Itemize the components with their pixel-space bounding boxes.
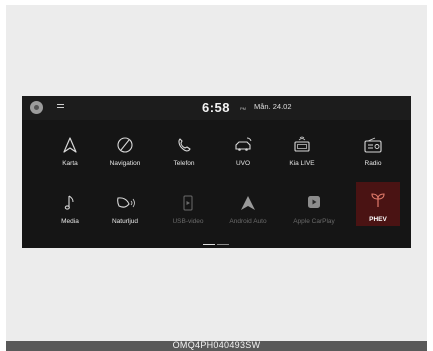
app-label: Media (61, 218, 79, 225)
app-label: Kia LIVE (289, 160, 315, 167)
app-tile-radio[interactable]: Radio (353, 128, 393, 172)
music-note-icon (64, 195, 74, 210)
app-label: Karta (62, 160, 78, 167)
nature-sound-icon (117, 197, 135, 208)
clock-time: 6:58 (202, 100, 231, 115)
app-label: Navigation (109, 160, 141, 167)
app-tile-android-auto[interactable]: Android Auto (221, 186, 275, 230)
app-tile-phev[interactable]: PHEV (356, 182, 400, 226)
app-tile-apple-carplay[interactable]: Apple CarPlay (287, 186, 341, 230)
app-tile-kia-live[interactable]: Kia LIVE (275, 128, 329, 172)
app-label: UVO (235, 160, 251, 167)
android-auto-icon (241, 196, 255, 210)
app-tile-telefon[interactable]: Telefon (157, 128, 211, 172)
phone-icon (178, 138, 191, 152)
app-tile-usb-video[interactable]: USB-video (161, 186, 215, 230)
app-grid: Karta Navigation Telefon UVO Kia LIVE Ra… (22, 120, 411, 244)
figure-caption-bar: OMQ4PH040493SW (6, 340, 427, 351)
app-tile-uvo[interactable]: UVO (216, 128, 270, 172)
status-date: Mån. 24.02 (254, 102, 292, 111)
app-tile-naturljud[interactable]: Naturljud (98, 186, 152, 230)
radio-icon (364, 137, 382, 153)
usb-video-icon (183, 195, 193, 211)
app-label: PHEV (369, 216, 387, 223)
live-service-icon (294, 136, 310, 152)
figure-code: OMQ4PH040493SW (172, 340, 261, 350)
app-label: Apple CarPlay (293, 218, 335, 225)
menu-icon[interactable] (57, 104, 64, 111)
status-bar: 6:58 PM Mån. 24.02 (22, 96, 411, 120)
app-label: Naturljud (111, 218, 138, 225)
page-indicator[interactable] (203, 243, 230, 246)
carplay-icon (308, 196, 320, 208)
page-indicator-active (203, 244, 215, 245)
app-tile-navigation[interactable]: Navigation (98, 128, 152, 172)
plant-icon (371, 193, 385, 207)
connected-car-icon (235, 137, 252, 151)
compass-icon (117, 137, 133, 153)
brand-logo-icon[interactable] (30, 101, 43, 114)
clock-ampm: PM (240, 106, 246, 111)
app-label: USB-video (172, 218, 204, 225)
navigation-arrow-icon (63, 137, 77, 153)
app-label: Radio (364, 160, 382, 167)
app-label: Android Auto (229, 218, 267, 225)
app-label: Telefon (173, 160, 195, 167)
app-tile-karta[interactable]: Karta (43, 128, 97, 172)
page-indicator-inactive (217, 244, 229, 245)
infotainment-screen: 6:58 PM Mån. 24.02 Karta Navigation Tele… (22, 96, 411, 248)
app-tile-media[interactable]: Media (43, 186, 97, 230)
